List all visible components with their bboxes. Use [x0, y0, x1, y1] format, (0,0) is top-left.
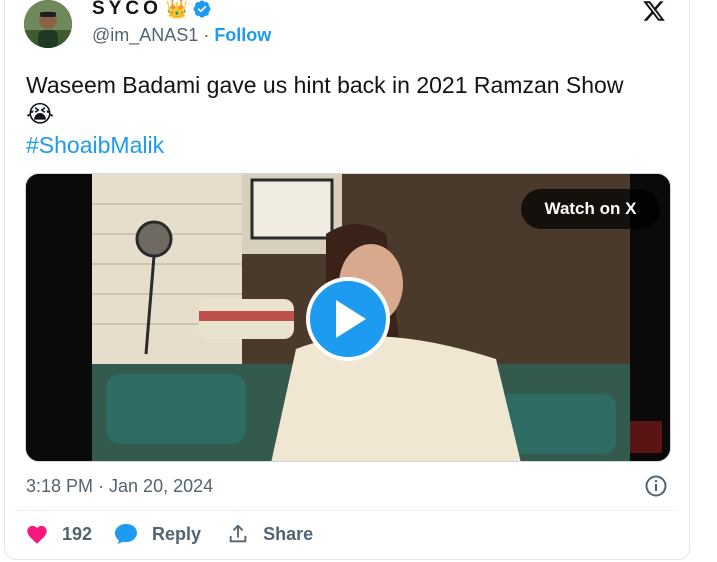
- reply-label: Reply: [152, 523, 202, 544]
- info-icon[interactable]: [644, 474, 668, 498]
- reply-button[interactable]: Reply: [114, 523, 201, 545]
- author-name-text: SYCO: [92, 0, 162, 19]
- tweet-timestamp[interactable]: 3:18 PM · Jan 20, 2024: [26, 476, 213, 497]
- like-count: 192: [62, 523, 93, 544]
- watch-on-x-button[interactable]: Watch on X: [521, 189, 660, 229]
- separator-dot: ·: [203, 25, 210, 45]
- tweet-body: Waseem Badami gave us hint back in 2021 …: [26, 72, 624, 98]
- play-button[interactable]: [306, 277, 390, 361]
- crying-emoji: 😭: [26, 101, 55, 128]
- author-handle[interactable]: @im_ANAS1: [92, 25, 198, 46]
- reply-bubble-icon: [115, 524, 138, 544]
- hashtag-link[interactable]: #ShoaibMalik: [26, 130, 676, 160]
- heart-icon: [27, 525, 47, 544]
- play-icon: [336, 300, 366, 338]
- divider: [16, 510, 678, 511]
- author-handle-row: @im_ANAS1 · Follow: [92, 25, 271, 46]
- verified-badge-icon: [192, 0, 212, 19]
- follow-button[interactable]: Follow: [214, 25, 271, 46]
- author-display-name[interactable]: SYCO 👑: [92, 0, 212, 20]
- crown-emoji: 👑: [165, 0, 189, 19]
- avatar[interactable]: [24, 0, 72, 48]
- action-bar: 192 Reply Share: [26, 523, 313, 545]
- share-label: Share: [263, 523, 314, 544]
- x-logo-icon[interactable]: [641, 0, 667, 23]
- like-button[interactable]: 192: [26, 524, 92, 545]
- share-icon: [229, 524, 247, 543]
- tweet-text: Waseem Badami gave us hint back in 2021 …: [26, 70, 676, 160]
- share-button[interactable]: Share: [227, 523, 313, 545]
